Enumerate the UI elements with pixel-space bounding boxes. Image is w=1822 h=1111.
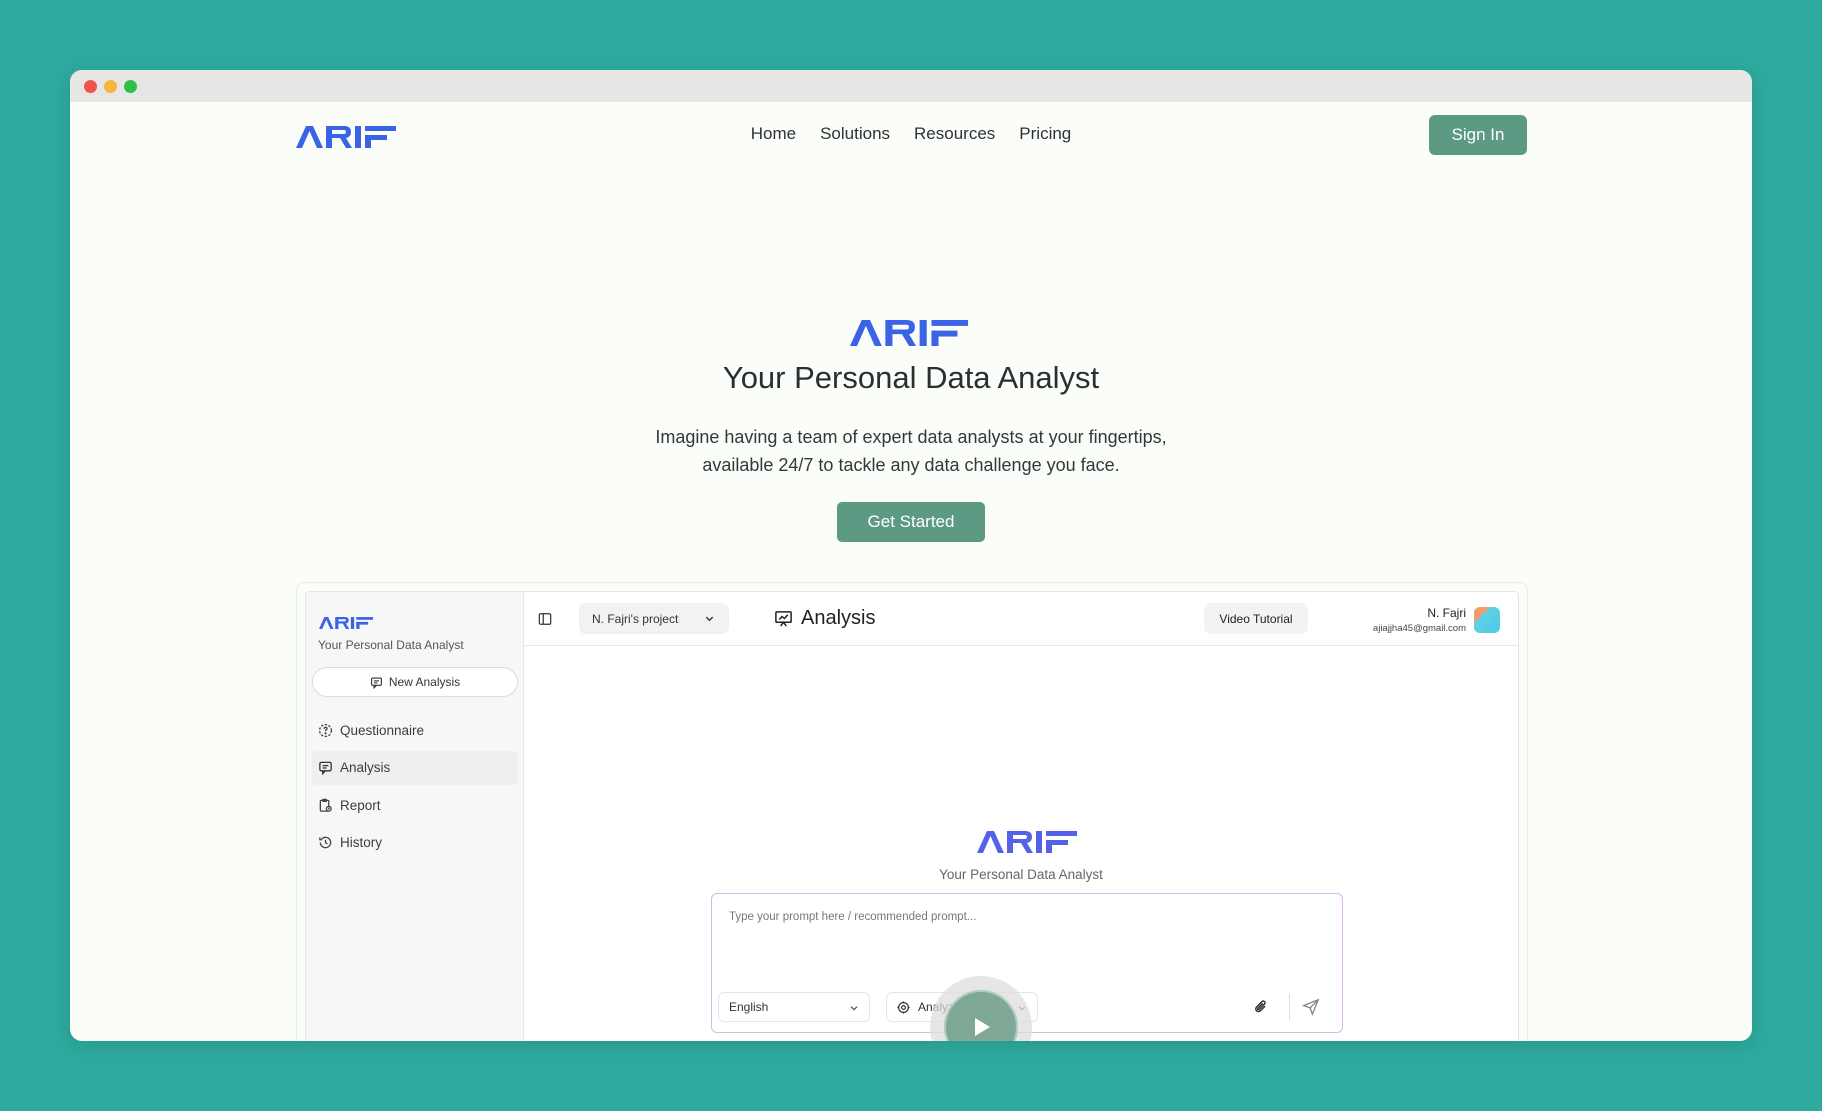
main-arif-logo <box>977 831 1077 853</box>
project-select[interactable]: N. Fajri's project <box>579 603 729 634</box>
chat-icon <box>370 676 382 689</box>
app-topbar: N. Fajri's project Analysis Video Tutori… <box>524 592 1518 646</box>
sidebar-arif-logo[interactable] <box>319 617 373 629</box>
toggle-sidebar-icon[interactable] <box>538 612 552 626</box>
nav-pricing[interactable]: Pricing <box>1019 124 1071 144</box>
window-titlebar <box>70 70 1752 102</box>
toolbar-divider <box>1289 994 1290 1020</box>
sign-in-button[interactable]: Sign In <box>1429 115 1527 155</box>
sidebar-tagline: Your Personal Data Analyst <box>318 638 464 652</box>
attach-file-icon[interactable] <box>1252 998 1270 1016</box>
nav-solutions[interactable]: Solutions <box>820 124 890 144</box>
project-select-value: N. Fajri's project <box>592 611 679 626</box>
chat-icon <box>319 761 332 775</box>
language-select[interactable]: English <box>718 992 870 1022</box>
play-button-core <box>944 990 1018 1041</box>
analyze-target-icon <box>897 1000 910 1014</box>
page-title: Analysis <box>774 607 875 630</box>
nav-resources[interactable]: Resources <box>914 124 995 144</box>
user-name: N. Fajri <box>1427 606 1466 620</box>
send-icon[interactable] <box>1302 998 1320 1016</box>
new-analysis-label: New Analysis <box>388 675 461 689</box>
browser-window: Home Solutions Resources Pricing Sign In… <box>70 70 1752 1041</box>
play-icon <box>975 1018 990 1036</box>
sidebar-item-analysis[interactable]: Analysis <box>312 750 518 785</box>
prompt-input[interactable]: Type your prompt here / recommended prom… <box>729 911 976 923</box>
sidebar-item-report[interactable]: Report <box>312 788 518 822</box>
history-icon <box>319 836 332 849</box>
minimize-window-button[interactable] <box>104 80 117 93</box>
language-select-value: English <box>729 1000 769 1014</box>
main-tagline: Your Personal Data Analyst <box>939 867 1103 882</box>
app-sidebar: Your Personal Data Analyst New Analysis … <box>306 592 524 1041</box>
sidebar-item-label: Analysis <box>340 760 391 775</box>
sidebar-item-questionnaire[interactable]: Questionnaire <box>312 713 518 747</box>
page-title-text: Analysis <box>801 607 876 629</box>
get-started-button[interactable]: Get Started <box>837 502 985 542</box>
chevron-down-icon <box>850 1006 858 1011</box>
app-preview: Your Personal Data Analyst New Analysis … <box>305 591 1519 1041</box>
sidebar-item-label: Questionnaire <box>340 722 425 738</box>
questionnaire-icon <box>318 723 333 737</box>
close-window-button[interactable] <box>84 80 97 93</box>
report-icon <box>319 798 332 812</box>
hero-arif-logo <box>849 320 969 346</box>
new-analysis-button[interactable]: New Analysis <box>312 667 518 697</box>
sidebar-menu: Questionnaire Analysis Report History <box>312 713 518 863</box>
nav-home[interactable]: Home <box>751 124 796 144</box>
user-email: ajiajjha45@gmail.com <box>1372 623 1466 634</box>
hero-subtitle-line-2: available 24/7 to tackle any data challe… <box>702 455 1120 475</box>
chevron-down-icon <box>705 616 714 622</box>
sidebar-item-history[interactable]: History <box>312 826 518 860</box>
maximize-window-button[interactable] <box>124 80 137 93</box>
hero-subtitle-line-1: Imagine having a team of expert data ana… <box>655 427 1167 447</box>
video-tutorial-button[interactable]: Video Tutorial <box>1204 603 1308 634</box>
sidebar-item-label: History <box>340 835 383 850</box>
avatar[interactable] <box>1474 607 1500 633</box>
hero-title: Your Personal Data Analyst <box>722 360 1100 395</box>
presentation-chart-icon <box>775 611 792 627</box>
sidebar-item-label: Report <box>340 797 381 813</box>
app-preview-frame: Your Personal Data Analyst New Analysis … <box>296 582 1528 1041</box>
hero-subtitle: Imagine having a team of expert data ana… <box>70 423 1752 479</box>
